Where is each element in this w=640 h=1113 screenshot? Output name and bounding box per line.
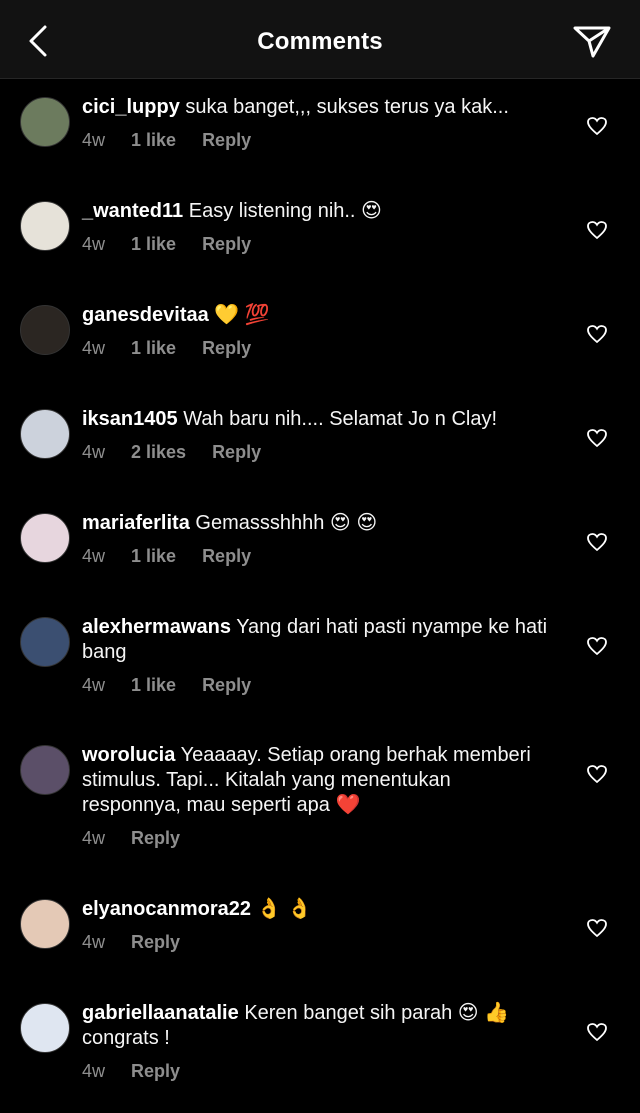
comment-age: 4w	[82, 442, 106, 462]
avatar[interactable]	[20, 201, 70, 251]
like-count[interactable]: 1 like	[131, 130, 176, 151]
heart-icon	[587, 117, 607, 135]
like-button[interactable]	[586, 427, 608, 449]
like-button[interactable]	[586, 323, 608, 345]
avatar[interactable]	[20, 409, 70, 459]
heart-icon	[587, 1023, 607, 1041]
comment-age: 4w	[82, 234, 106, 254]
avatar[interactable]	[20, 617, 70, 667]
reply-button[interactable]: Reply	[131, 828, 180, 849]
reply-button[interactable]: Reply	[212, 442, 261, 463]
username[interactable]: alexhermawans	[82, 616, 231, 638]
avatar[interactable]	[20, 899, 70, 949]
like-button[interactable]	[586, 531, 608, 553]
comment-text: 👌 👌	[256, 898, 312, 920]
header-bar: Comments	[0, 0, 640, 79]
like-button[interactable]	[586, 763, 608, 785]
like-count[interactable]: 1 like	[131, 338, 176, 359]
comment-age: 4w	[82, 828, 106, 848]
share-button[interactable]	[572, 22, 612, 62]
page-title: Comments	[257, 28, 383, 55]
reply-button[interactable]: Reply	[202, 675, 251, 696]
comment-text: suka banget,,, sukses terus ya kak...	[185, 96, 509, 118]
heart-icon	[587, 637, 607, 655]
reply-button[interactable]: Reply	[202, 546, 251, 567]
reply-button[interactable]: Reply	[131, 932, 180, 953]
like-button[interactable]	[586, 635, 608, 657]
avatar[interactable]	[20, 305, 70, 355]
heart-icon	[587, 429, 607, 447]
comment-item: iksan1405 Wah baru nih.... Selamat Jo n …	[0, 391, 640, 495]
reply-button[interactable]: Reply	[202, 130, 251, 151]
like-count[interactable]: 1 like	[131, 546, 176, 567]
username[interactable]: ganesdevitaa	[82, 304, 209, 326]
comment-text: Gemassshhhh 😍 😍	[195, 512, 378, 534]
comment-age: 4w	[82, 1061, 106, 1081]
reply-button[interactable]: Reply	[131, 1061, 180, 1082]
avatar[interactable]	[20, 745, 70, 795]
heart-icon	[587, 533, 607, 551]
username[interactable]: gabriellaanatalie	[82, 1002, 239, 1024]
username[interactable]: elyanocanmora22	[82, 898, 251, 920]
comment-age: 4w	[82, 338, 106, 358]
like-button[interactable]	[586, 917, 608, 939]
comment-item: gabriellaanatalie Keren banget sih parah…	[0, 985, 640, 1113]
avatar[interactable]	[20, 513, 70, 563]
comment-age: 4w	[82, 675, 106, 695]
reply-button[interactable]: Reply	[202, 234, 251, 255]
like-count[interactable]: 1 like	[131, 234, 176, 255]
comment-age: 4w	[82, 932, 106, 952]
username[interactable]: worolucia	[82, 744, 175, 766]
avatar[interactable]	[20, 97, 70, 147]
comment-age: 4w	[82, 546, 106, 566]
username[interactable]: _wanted11	[82, 200, 183, 222]
avatar[interactable]	[20, 1003, 70, 1053]
like-count[interactable]: 2 likes	[131, 442, 186, 463]
like-button[interactable]	[586, 115, 608, 137]
comment-item: worolucia Yeaaaay. Setiap orang berhak m…	[0, 727, 640, 881]
comment-text: 💛 💯	[214, 304, 270, 326]
comment-text: Easy listening nih.. 😍	[188, 200, 382, 222]
reply-button[interactable]: Reply	[202, 338, 251, 359]
comment-item: alexhermawans Yang dari hati pasti nyamp…	[0, 599, 640, 727]
heart-icon	[587, 919, 607, 937]
heart-icon	[587, 325, 607, 343]
comment-item: _wanted11 Easy listening nih.. 😍 4w 1 lik…	[0, 183, 640, 287]
like-button[interactable]	[586, 1021, 608, 1043]
comment-text: Wah baru nih.... Selamat Jo n Clay!	[183, 408, 498, 430]
username[interactable]: iksan1405	[82, 408, 178, 430]
comment-item: cici_luppy suka banget,,, sukses terus y…	[0, 79, 640, 183]
username[interactable]: mariaferlita	[82, 512, 190, 534]
heart-icon	[587, 765, 607, 783]
comments-list: cici_luppy suka banget,,, sukses terus y…	[0, 79, 640, 1113]
comment-item: ganesdevitaa 💛 💯 4w 1 like Reply	[0, 287, 640, 391]
comment-age: 4w	[82, 130, 106, 150]
send-icon	[573, 26, 611, 58]
like-button[interactable]	[586, 219, 608, 241]
username[interactable]: cici_luppy	[82, 96, 180, 118]
comment-item: mariaferlita Gemassshhhh 😍 😍 4w 1 like Rep…	[0, 495, 640, 599]
heart-icon	[587, 221, 607, 239]
like-count[interactable]: 1 like	[131, 675, 176, 696]
comment-item: elyanocanmora22 👌 👌 4w Reply	[0, 881, 640, 985]
